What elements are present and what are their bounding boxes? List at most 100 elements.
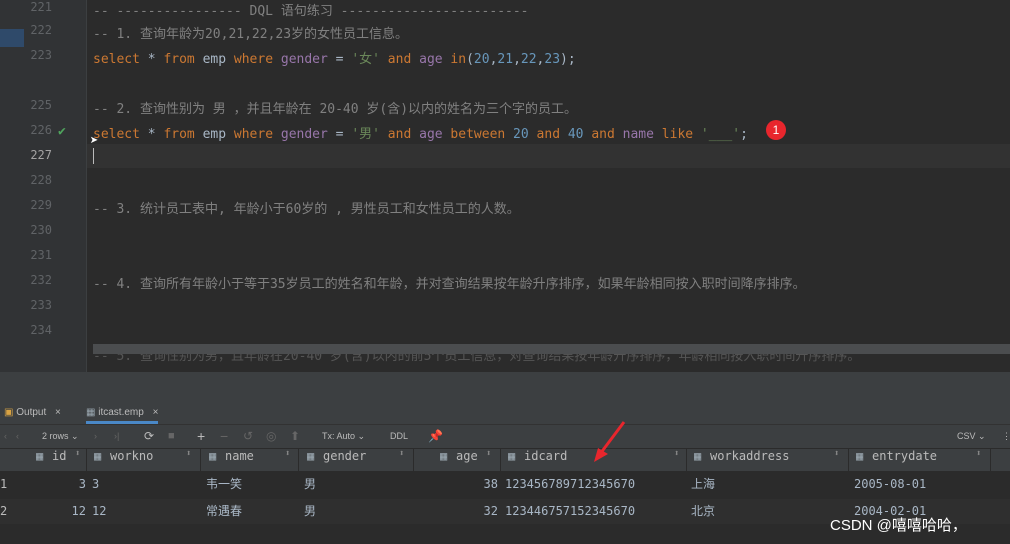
first-page-icon[interactable]: ‹	[4, 425, 7, 448]
column-name: workaddress	[710, 449, 790, 463]
column-name: id	[52, 449, 67, 463]
left-tool-strip	[0, 0, 24, 372]
sql-comment: -- 1. 查询年龄为20,21,22,23岁的女性员工信息。	[93, 27, 409, 42]
line-number: 234	[30, 323, 52, 337]
preview-icon[interactable]: ◎	[266, 425, 276, 448]
sort-icon[interactable]: ⬍	[976, 449, 981, 459]
red-arrow-annotation	[594, 421, 626, 462]
column-name: workno	[110, 449, 154, 463]
cell-name[interactable]: 常遇春	[206, 499, 242, 524]
line-number: 229	[30, 198, 52, 212]
column-icon: ▦	[94, 449, 102, 463]
column-header-age[interactable]: ▦ age ⬍	[416, 449, 501, 471]
cell-workno[interactable]: 3	[92, 472, 99, 497]
sql-comment: -- 4. 查询所有年龄小于等于35岁员工的姓名和年龄，并对查询结果按年龄升序排…	[93, 277, 806, 292]
line-number: 232	[30, 273, 52, 287]
sql-statement[interactable]: select * from emp where gender = '男' and…	[93, 123, 748, 142]
column-header-id[interactable]: ▦ id ⬍	[30, 449, 87, 471]
pin-icon[interactable]: 📌	[428, 425, 443, 448]
column-name: name	[225, 449, 254, 463]
cell-name[interactable]: 韦一笑	[206, 472, 242, 497]
sort-icon[interactable]: ⬍	[834, 449, 839, 459]
add-row-icon[interactable]: +	[197, 425, 205, 448]
cell-gender[interactable]: 男	[304, 499, 316, 524]
close-icon[interactable]: ×	[153, 407, 159, 418]
sort-icon[interactable]: ⬍	[486, 449, 491, 459]
cell-id[interactable]: 12	[30, 499, 86, 524]
cell-workno[interactable]: 12	[92, 499, 106, 524]
tx-mode-dropdown[interactable]: Tx: Auto ⌄	[322, 425, 365, 448]
sort-icon[interactable]: ⬍	[399, 449, 404, 459]
cell-age[interactable]: 32	[416, 499, 498, 524]
cell-idcard[interactable]: 123446757152345670	[505, 499, 635, 524]
column-name: gender	[323, 449, 367, 463]
column-name: age	[456, 449, 478, 463]
line-number: 230	[30, 223, 52, 237]
cell-workaddress[interactable]: 北京	[691, 499, 715, 524]
revert-icon[interactable]: ↺	[243, 425, 253, 448]
next-page-icon[interactable]: ›	[94, 425, 97, 448]
more-icon[interactable]: ⋮	[1002, 425, 1010, 448]
line-number: 223	[30, 48, 52, 62]
column-name: idcard	[524, 449, 568, 463]
column-header-entrydate[interactable]: ▦ entrydate ⬍	[850, 449, 991, 471]
results-tabs: ▣ Output × ▦ itcast.emp ×	[0, 402, 1010, 425]
sql-comment: -- ---------------- DQL 语句练习 -----------…	[93, 4, 529, 19]
sort-icon[interactable]: ⬍	[75, 449, 80, 459]
column-icon: ▦	[209, 449, 217, 463]
column-icon: ▦	[508, 449, 516, 463]
cell-id[interactable]: 3	[30, 472, 86, 497]
submit-icon[interactable]: ⬆	[290, 425, 300, 448]
text-caret	[93, 148, 94, 164]
line-number: 225	[30, 98, 52, 112]
selected-tool[interactable]	[0, 29, 24, 47]
sort-icon[interactable]: ⬍	[674, 449, 679, 459]
tab-itcast-emp[interactable]: ▦ itcast.emp ×	[86, 402, 159, 424]
line-number: 227	[30, 148, 52, 162]
tab-label: Output	[16, 407, 47, 418]
column-icon: ▦	[440, 449, 448, 463]
column-icon: ▦	[856, 449, 864, 463]
tab-label: itcast.emp	[98, 407, 144, 418]
column-header-gender[interactable]: ▦ gender ⬍	[301, 449, 414, 471]
mouse-cursor-icon: ➤	[90, 133, 99, 149]
horizontal-scrollbar[interactable]	[93, 344, 1010, 354]
cell-idcard[interactable]: 123456789712345670	[505, 472, 635, 497]
tx-label: Tx: Auto	[322, 431, 356, 441]
last-page-icon[interactable]: ›|	[114, 425, 119, 448]
sql-statement[interactable]: select * from emp where gender = '女' and…	[93, 48, 576, 67]
checkmark-icon: ✔	[58, 124, 66, 139]
table-row[interactable]: 1 3 3 韦一笑 男 38 123456789712345670 上海 200…	[0, 472, 1010, 497]
cell-entrydate[interactable]: 2005-08-01	[854, 472, 926, 497]
column-icon: ▦	[36, 449, 44, 463]
current-line-highlight	[87, 144, 1010, 168]
cell-gender[interactable]: 男	[304, 472, 316, 497]
column-header-workaddress[interactable]: ▦ workaddress ⬍	[688, 449, 849, 471]
cell-age[interactable]: 38	[416, 472, 498, 497]
sort-icon[interactable]: ⬍	[186, 449, 191, 459]
ddl-button[interactable]: DDL	[390, 425, 408, 448]
refresh-icon[interactable]: ⟳	[144, 425, 154, 448]
row-number: 1	[0, 477, 8, 491]
delete-row-icon[interactable]: −	[220, 425, 228, 448]
sql-comment: -- 2. 查询性别为 男 ，并且年龄在 20-40 岁(含)以内的姓名为三个字…	[93, 102, 578, 117]
line-number: 233	[30, 298, 52, 312]
table-icon: ▦	[86, 407, 96, 418]
cell-workaddress[interactable]: 上海	[691, 472, 715, 497]
prev-page-icon[interactable]: ‹	[16, 425, 19, 448]
line-number: 221	[30, 0, 52, 14]
rows-count-dropdown[interactable]: 2 rows ⌄	[42, 425, 79, 448]
export-format-dropdown[interactable]: CSV ⌄	[957, 425, 986, 448]
output-icon: ▣	[4, 407, 14, 418]
sort-icon[interactable]: ⬍	[285, 449, 290, 459]
tab-output[interactable]: ▣ Output ×	[4, 402, 61, 424]
results-toolbar: ‹ ‹ 2 rows ⌄ › ›| ⟳ ■ + − ↺ ◎ ⬆ Tx: Auto…	[0, 425, 1010, 448]
column-icon: ▦	[307, 449, 315, 463]
rows-count: 2 rows	[42, 431, 69, 441]
column-name: entrydate	[872, 449, 938, 463]
close-icon[interactable]: ×	[55, 407, 61, 418]
stop-icon[interactable]: ■	[168, 425, 175, 448]
line-number: 226	[30, 123, 52, 137]
column-header-workno[interactable]: ▦ workno ⬍	[88, 449, 201, 471]
column-header-name[interactable]: ▦ name ⬍	[203, 449, 299, 471]
